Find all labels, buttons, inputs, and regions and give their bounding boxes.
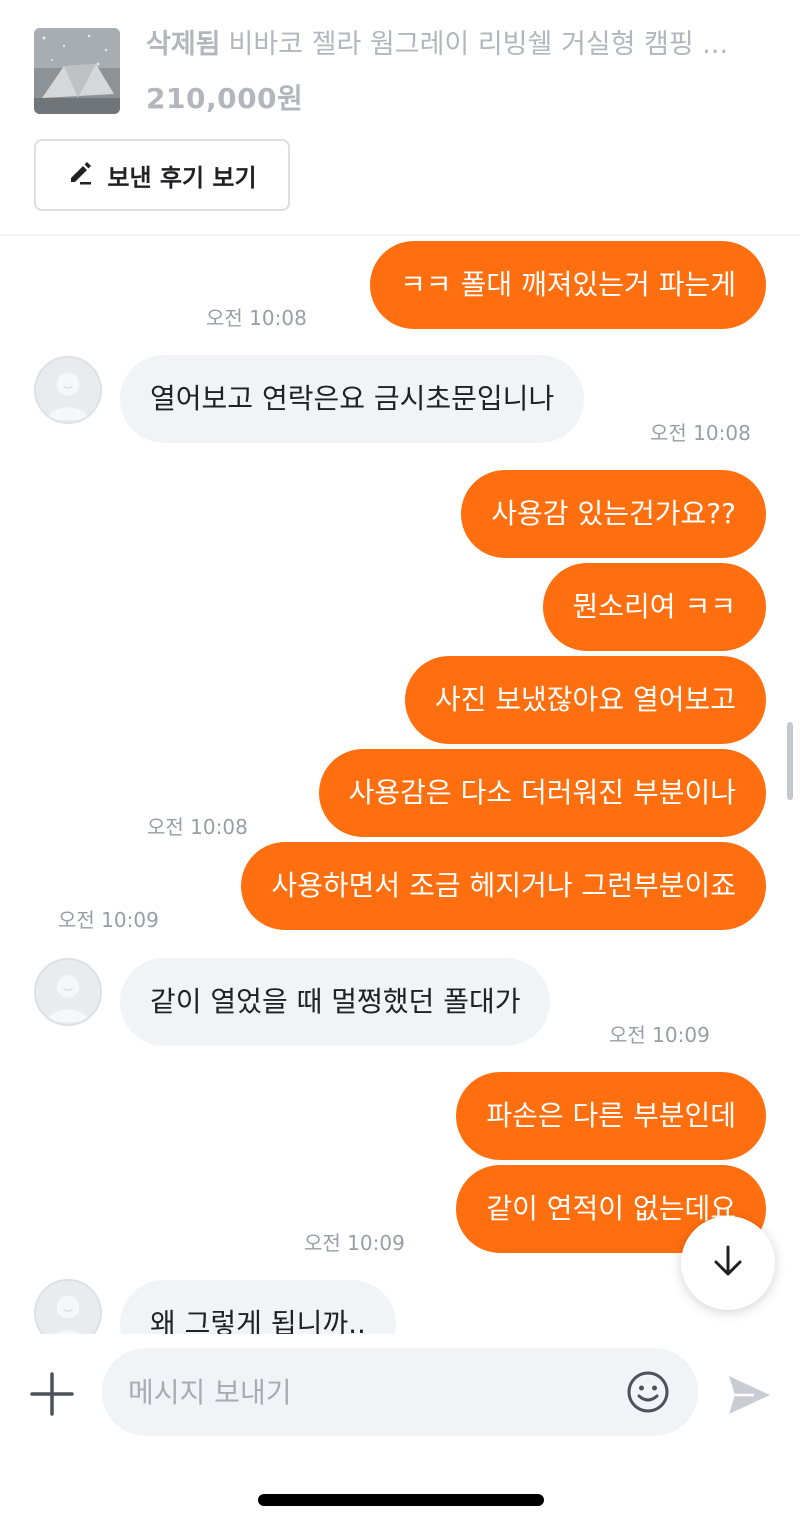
message-time: 오전 10:08	[206, 306, 307, 330]
message-bubble-outgoing[interactable]: ㅋㅋ 폴대 깨져있는거 파는게	[370, 241, 766, 329]
product-title-row[interactable]: 삭제됨 비바코 젤라 웜그레이 리빙쉘 거실형 캠핑 ...	[146, 28, 756, 62]
product-title: 비바코 젤라 웜그레이 리빙쉘 거실형 캠핑 ...	[228, 29, 729, 60]
arrow-down-icon	[708, 1241, 748, 1285]
send-icon[interactable]	[724, 1370, 774, 1420]
message-input-bar	[0, 1334, 800, 1452]
chat-message-list[interactable]: ㅋㅋ 폴대 깨져있는거 파는게 오전 10:08 열어보고 연락은요 금시초문입…	[0, 236, 800, 1334]
avatar[interactable]	[34, 958, 102, 1026]
message-bubble-incoming[interactable]: 열어보고 연락은요 금시초문입니나	[120, 355, 585, 443]
scroll-to-bottom-button[interactable]	[681, 1216, 775, 1310]
message-time: 오전 10:09	[609, 1023, 710, 1047]
home-indicator	[258, 1494, 544, 1506]
message-input[interactable]	[128, 1348, 608, 1436]
product-thumbnail[interactable]	[34, 28, 120, 114]
pencil-icon	[67, 158, 95, 192]
message-time: 오전 10:08	[650, 421, 751, 445]
message-bubble-outgoing[interactable]: 사진 보냈잖아요 열어보고	[404, 656, 766, 744]
message-bubble-outgoing[interactable]: 뭔소리여 ㅋㅋ	[542, 563, 766, 651]
message-bubble-incoming[interactable]: 왜 그렇게 됩니까..	[120, 1280, 396, 1334]
avatar[interactable]	[34, 356, 102, 424]
message-time: 오전 10:09	[58, 908, 159, 932]
avatar[interactable]	[34, 1279, 102, 1334]
product-price: 210,000원	[146, 82, 304, 115]
message-time: 오전 10:08	[147, 815, 248, 839]
message-bubble-outgoing[interactable]: 사용하면서 조금 헤지거나 그런부분이죠	[241, 842, 766, 930]
product-status: 삭제됨	[146, 29, 221, 60]
message-bubble-outgoing[interactable]: 사용감 있는건가요??	[461, 470, 766, 558]
message-field[interactable]	[102, 1348, 698, 1436]
message-time: 오전 10:09	[304, 1231, 405, 1255]
product-header[interactable]: 삭제됨 비바코 젤라 웜그레이 리빙쉘 거실형 캠핑 ... 210,000원 보…	[0, 0, 800, 236]
plus-icon[interactable]	[28, 1370, 76, 1418]
message-bubble-outgoing[interactable]: 사용감은 다소 더러워진 부분이나	[318, 749, 766, 837]
smiley-icon[interactable]	[626, 1370, 670, 1414]
view-sent-review-button[interactable]: 보낸 후기 보기	[34, 139, 290, 211]
message-bubble-outgoing[interactable]: 파손은 다른 부분인데	[456, 1072, 766, 1160]
view-sent-review-label: 보낸 후기 보기	[107, 163, 257, 192]
message-bubble-incoming[interactable]: 같이 열었을 때 멀쩡했던 폴대가	[120, 958, 551, 1046]
scrollbar[interactable]	[787, 722, 793, 800]
